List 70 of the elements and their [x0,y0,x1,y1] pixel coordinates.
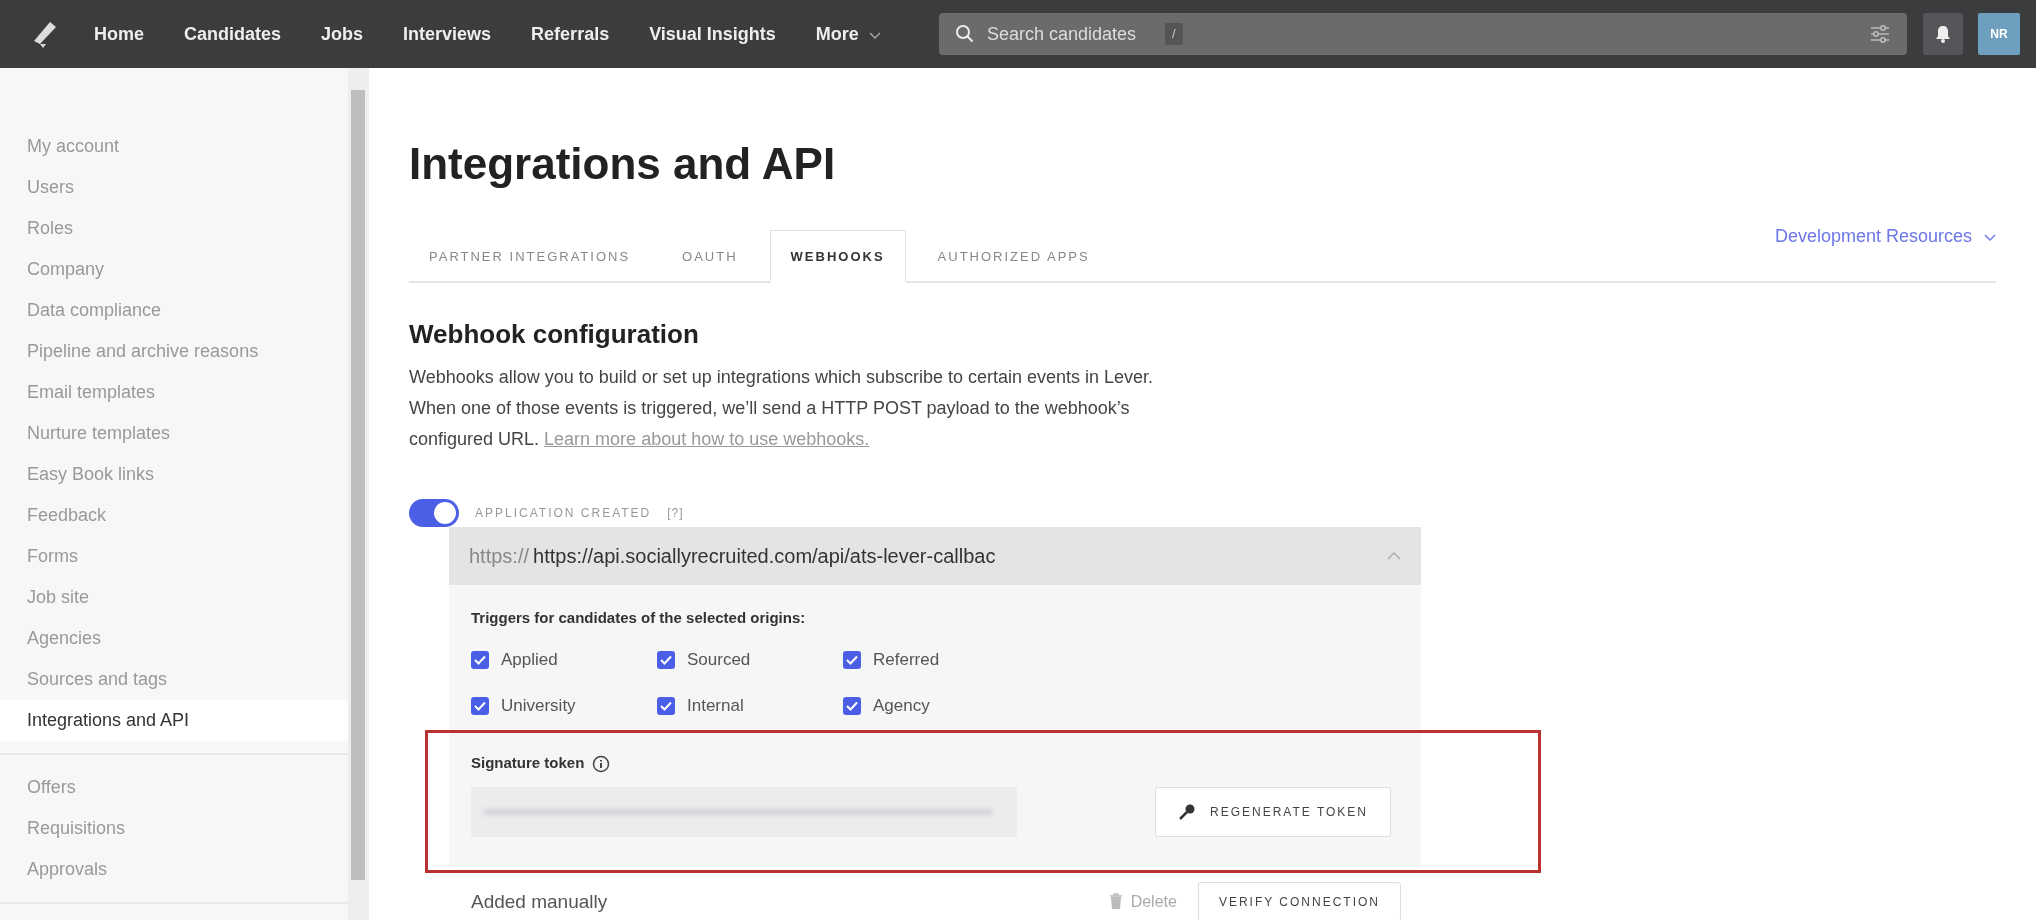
checkbox-label: University [501,695,576,717]
checkbox[interactable] [843,651,861,670]
section-heading: Webhook configuration [409,318,700,350]
sidebar-item[interactable]: Feedback [0,495,348,536]
help-link[interactable]: [?] [667,504,684,522]
trash-icon [1108,893,1123,911]
verify-connection-button[interactable]: VERIFY CONNECTION [1197,882,1401,920]
sidebar-item[interactable]: Email templates [0,372,348,413]
triggers-label: Triggers for candidates of the selected origins: [471,608,807,628]
nav-link[interactable]: Jobs [321,20,364,48]
sidebar-item[interactable]: Pipeline and archive reasons [0,331,348,372]
tab[interactable]: WEBHOOKS [769,230,906,283]
delete-button[interactable]: Delete [1107,889,1178,915]
checkbox-label: Sourced [687,649,751,672]
nav-link[interactable]: More [815,20,881,48]
sidebar-item[interactable]: Agencies [0,618,348,659]
nav-link[interactable]: Candidates [184,20,282,48]
scrollbar-thumb[interactable] [351,90,365,880]
learn-more-link[interactable]: Learn more about how to use webhooks. [544,429,870,449]
scrollbar[interactable] [348,68,368,920]
source-text: Added manually [471,889,608,914]
event-label: APPLICATION CREATED [475,505,652,522]
nav-link[interactable]: Visual Insights [649,20,776,48]
checkbox[interactable] [471,696,489,715]
checkbox[interactable] [657,651,675,670]
nav-link[interactable]: Referrals [531,20,610,48]
sidebar-item[interactable]: Users [0,167,348,208]
regenerate-token-button[interactable]: REGENERATE TOKEN [1155,787,1392,837]
tab[interactable]: PARTNER INTEGRATIONS [409,247,651,281]
notifications-button[interactable] [1923,13,1963,55]
tab[interactable]: OAUTH [662,247,758,281]
checkbox-label: Referred [873,649,940,672]
info-icon[interactable] [592,754,611,773]
tab[interactable]: AUTHORIZED APPS [917,247,1110,281]
page-title: Integrations and API [409,138,837,190]
sidebar-item[interactable]: Nurture templates [0,413,348,454]
sidebar-item[interactable]: Company [0,249,348,290]
sidebar-item[interactable]: Forms [0,536,348,577]
bell-icon [1935,25,1951,43]
url-prefix: https:// [469,544,530,569]
url-value: https://api.sociallyrecruited.com/api/ats-lever-callbac [533,544,996,569]
sidebar-item[interactable]: Sources and tags [0,659,348,700]
resources-dropdown-link[interactable]: Development Resources [1774,222,1996,250]
sidebar-item[interactable]: Easy Book links [0,454,348,495]
filter-sliders-icon[interactable] [1869,24,1891,44]
sidebar-item[interactable]: My account [0,126,348,167]
sidebar-item[interactable]: Approvals [0,849,348,890]
key-icon [1178,803,1196,821]
chevron-down-icon [1984,233,1996,242]
description-text: Webhooks allow you to build or set up integrations which subscribe to certain events in Lever. When one of those events is triggered, we’ll send a HTTP POST payload to the webhook’s configured URL. Learn more about how to use webhooks. [409,366,1154,451]
checkbox[interactable] [657,696,675,715]
sidebar-item[interactable]: Roles [0,208,348,249]
sidebar-item[interactable]: Offers [0,767,348,808]
search-icon [954,24,975,44]
user-avatar[interactable]: NR [1978,13,2020,55]
search-field[interactable]: Search candidates [984,19,1155,49]
checkbox[interactable] [843,696,861,715]
checkbox-label: Applied [501,649,558,672]
sidebar-item[interactable]: Job site [0,577,348,618]
toggle-switch[interactable] [409,499,459,527]
sidebar-item[interactable]: Integrations and API [0,700,348,741]
checkbox-label: Agency [873,695,930,717]
nav-link[interactable]: Interviews [403,20,492,48]
field-label: Signature token [471,753,585,774]
nav-link[interactable]: Home [94,20,144,48]
sidebar-item[interactable]: Data compliance [0,290,348,331]
sidebar-item[interactable]: Requisitions [0,808,348,849]
checkbox-label: Internal [687,695,744,717]
keyboard-shortcut-hint: / [1164,23,1183,45]
checkbox[interactable] [471,651,489,670]
